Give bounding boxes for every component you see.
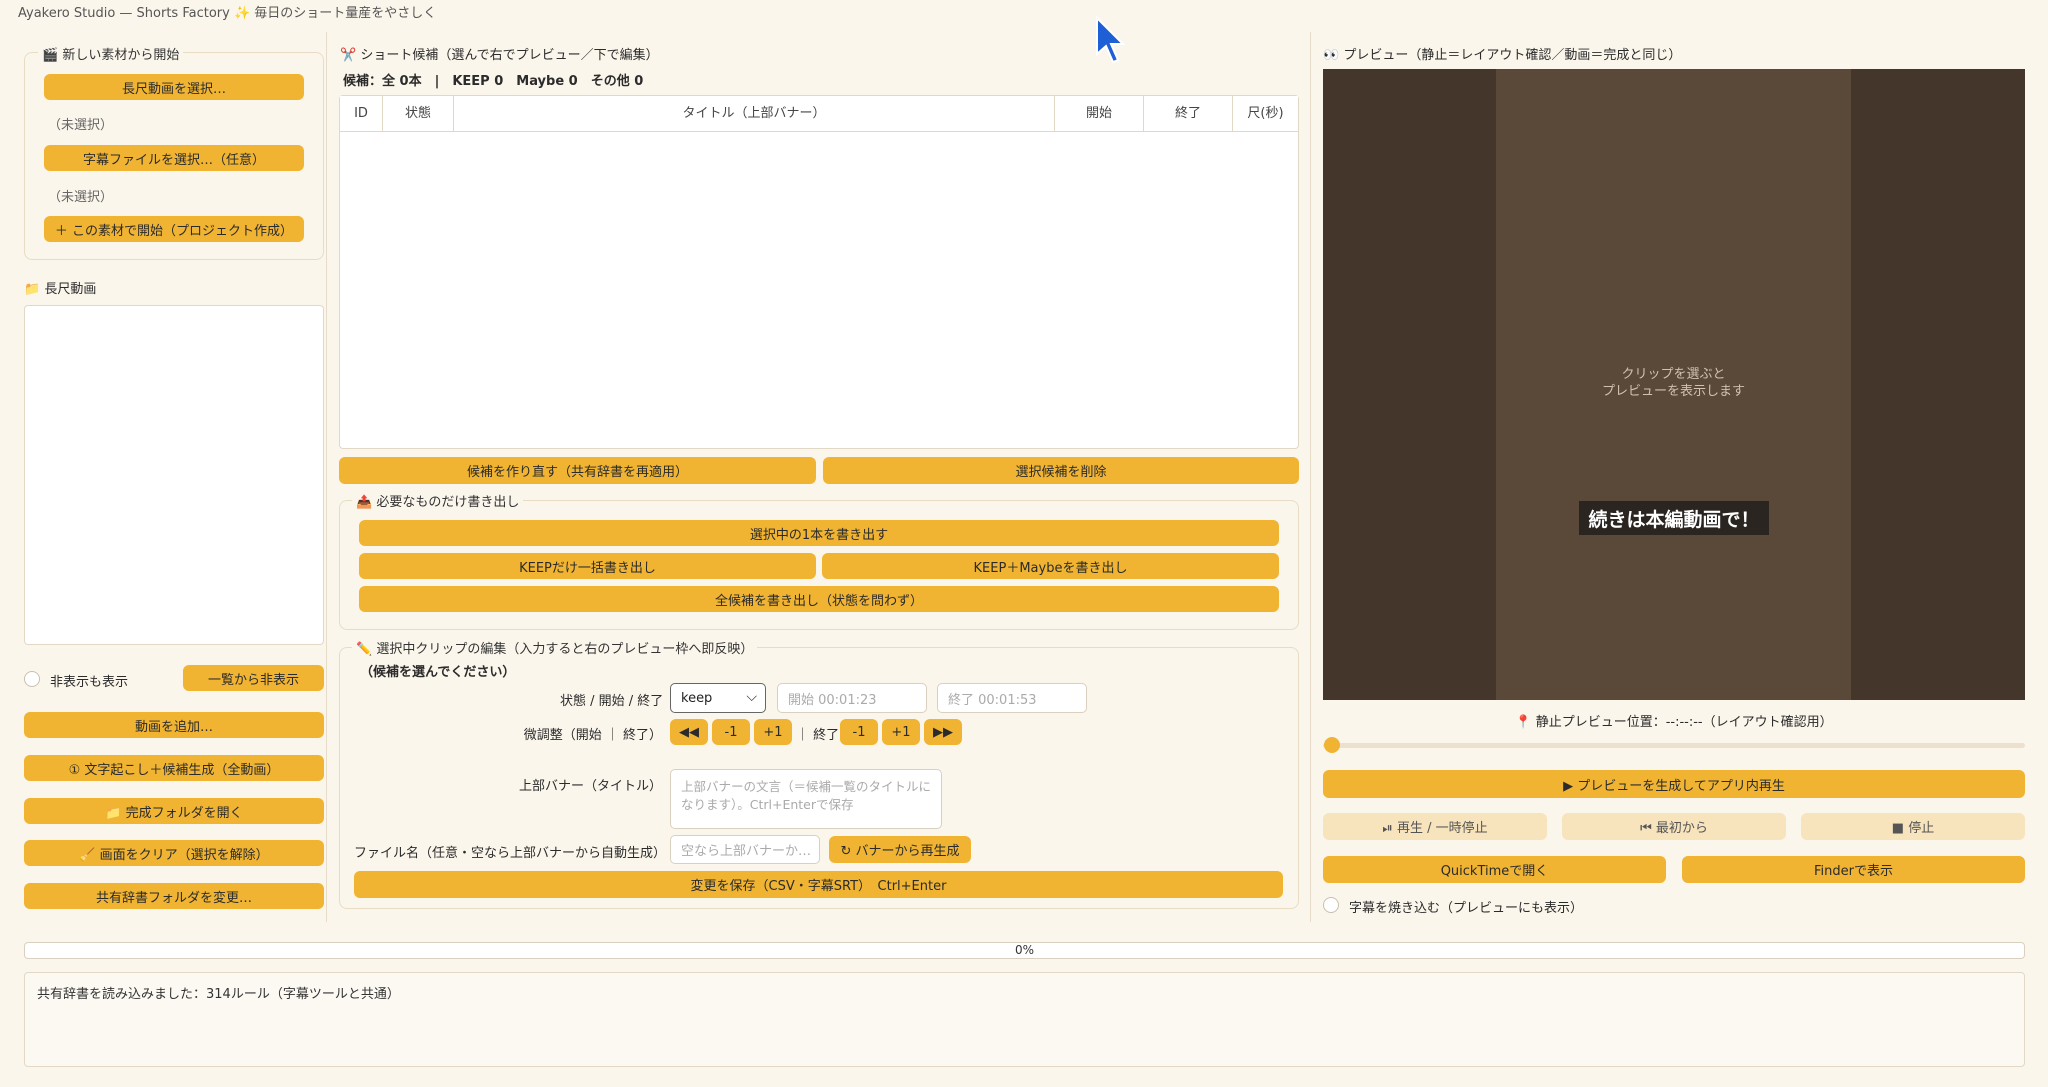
preview-label: 👀 プレビュー（静止＝レイアウト確認／動画＝完成と同じ） bbox=[1323, 48, 1682, 63]
end-plus-button[interactable]: +1 bbox=[882, 719, 920, 745]
open-folder-button[interactable]: 📁 完成フォルダを開く bbox=[24, 798, 324, 824]
edit-label: ✏️ 選択中クリップの編集（入力すると右のプレビュー枠へ即反映） bbox=[352, 638, 758, 657]
generate-preview-button[interactable]: ▶ プレビューを生成してアプリ内再生 bbox=[1323, 770, 2025, 798]
col-start[interactable]: 開始 bbox=[1055, 96, 1144, 132]
burn-subtitles-label: 字幕を焼き込む（プレビューにも表示） bbox=[1349, 901, 1584, 916]
progress-label: 0% bbox=[1014, 943, 1035, 957]
pick-video-button[interactable]: 長尺動画を選択… bbox=[44, 74, 304, 100]
status-select[interactable]: keep ⌵ bbox=[670, 683, 766, 713]
table-header: ID 状態 タイトル（上部バナー） 開始 終了 尺(秒) bbox=[340, 96, 1298, 132]
progress-bar: 0% bbox=[24, 942, 2025, 959]
subtitle-status: （未選択） bbox=[48, 190, 114, 205]
log-text: 共有辞書を読み込みました：314ルール（字幕ツールと共通） bbox=[37, 987, 400, 1002]
fine-adjust-label: 微調整（開始 ｜ 終了） bbox=[523, 728, 662, 743]
preview-placeholder-line1: クリップを選ぶと bbox=[1621, 367, 1726, 382]
show-hidden-checkbox[interactable] bbox=[24, 671, 40, 687]
delete-candidate-button[interactable]: 選択候補を削除 bbox=[823, 457, 1299, 484]
col-duration[interactable]: 尺(秒) bbox=[1233, 96, 1298, 132]
end-adjust-label: ｜ 終了 bbox=[796, 728, 840, 743]
candidates-table[interactable]: ID 状態 タイトル（上部バナー） 開始 終了 尺(秒) bbox=[339, 95, 1299, 449]
export-one-button[interactable]: 選択中の1本を書き出す bbox=[359, 520, 1279, 546]
preview-placeholder: クリップを選ぶと プレビューを表示します bbox=[1496, 366, 1851, 400]
preview-position: 📍 静止プレビュー位置：--:--:--（レイアウト確認用） bbox=[1515, 715, 1833, 730]
preview-canvas[interactable]: クリップを選ぶと プレビューを表示します 続きは本編動画で！ bbox=[1323, 69, 2025, 700]
pick-subtitle-button[interactable]: 字幕ファイルを選択…（任意） bbox=[44, 145, 304, 171]
quicktime-button[interactable]: QuickTimeで開く bbox=[1323, 856, 1666, 883]
regen-filename-button[interactable]: ↻ バナーから再生成 bbox=[829, 836, 971, 863]
hide-from-list-button[interactable]: 一覧から非表示 bbox=[183, 665, 324, 691]
window-title: Ayakero Studio — Shorts Factory ✨ 毎日のショー… bbox=[18, 6, 437, 21]
burn-subtitles-checkbox[interactable] bbox=[1323, 897, 1339, 913]
left-divider bbox=[326, 32, 327, 922]
start-minus-button[interactable]: -1 bbox=[712, 719, 750, 745]
start-time-input[interactable]: 開始 00:01:23 bbox=[777, 683, 927, 713]
preview-placeholder-line2: プレビューを表示します bbox=[1601, 384, 1745, 399]
export-all-button[interactable]: 全候補を書き出し（状態を問わず） bbox=[359, 586, 1279, 612]
chevron-down-icon: ⌵ bbox=[746, 689, 757, 705]
video-status: （未選択） bbox=[48, 118, 114, 133]
status-row-label: 状態 / 開始 / 終了 bbox=[560, 694, 664, 709]
video-list-label: 📁 長尺動画 bbox=[24, 282, 97, 297]
export-label: 📤 必要なものだけ書き出し bbox=[352, 491, 524, 510]
col-status[interactable]: 状態 bbox=[383, 96, 454, 132]
change-dict-button[interactable]: 共有辞書フォルダを変更… bbox=[24, 883, 324, 909]
filename-input[interactable]: 空なら上部バナーか… bbox=[670, 835, 820, 864]
right-divider bbox=[1310, 32, 1311, 922]
candidates-label: ✂️ ショート候補（選んで右でプレビュー／下で編集） bbox=[340, 48, 659, 63]
export-keep-maybe-button[interactable]: KEEP＋Maybeを書き出し bbox=[822, 553, 1279, 579]
col-id[interactable]: ID bbox=[340, 96, 383, 132]
jump-forward-button[interactable]: ▶▶ bbox=[924, 719, 962, 745]
jump-back-button[interactable]: ◀◀ bbox=[670, 719, 708, 745]
clear-screen-button[interactable]: 🧹 画面をクリア（選択を解除） bbox=[24, 840, 324, 866]
edit-hint: （候補を選んでください） bbox=[360, 665, 516, 680]
from-start-button[interactable]: ⏮ 最初から bbox=[1562, 813, 1786, 840]
end-minus-button[interactable]: -1 bbox=[840, 719, 878, 745]
start-project-button[interactable]: ＋ この素材で開始（プロジェクト作成） bbox=[44, 216, 304, 242]
banner-textarea[interactable]: 上部バナーの文言（＝候補一覧のタイトルになります）。Ctrl+Enterで保存 bbox=[670, 769, 942, 829]
show-hidden-label: 非表示も表示 bbox=[50, 675, 129, 690]
status-select-value: keep bbox=[681, 690, 713, 706]
stop-button[interactable]: ■ 停止 bbox=[1801, 813, 2025, 840]
banner-label: 上部バナー（タイトル） bbox=[518, 779, 662, 794]
col-title[interactable]: タイトル（上部バナー） bbox=[454, 96, 1055, 132]
start-plus-button[interactable]: +1 bbox=[754, 719, 792, 745]
new-source-label: 🎬 新しい素材から開始 bbox=[38, 44, 184, 63]
transcribe-button[interactable]: ① 文字起こし＋候補生成（全動画） bbox=[24, 755, 324, 781]
finder-button[interactable]: Finderで表示 bbox=[1682, 856, 2025, 883]
end-time-input[interactable]: 終了 00:01:53 bbox=[937, 683, 1087, 713]
candidates-summary: 候補：全 0本 | KEEP 0 Maybe 0 その他 0 bbox=[343, 74, 644, 89]
log-area[interactable]: 共有辞書を読み込みました：314ルール（字幕ツールと共通） bbox=[24, 972, 2025, 1067]
filename-label: ファイル名（任意・空なら上部バナーから自動生成） bbox=[354, 846, 667, 861]
preview-caption: 続きは本編動画で！ bbox=[1579, 501, 1769, 535]
col-end[interactable]: 終了 bbox=[1144, 96, 1233, 132]
video-list[interactable] bbox=[24, 305, 324, 645]
preview-slider-handle[interactable] bbox=[1324, 737, 1340, 753]
rebuild-candidates-button[interactable]: 候補を作り直す（共有辞書を再適用） bbox=[339, 457, 816, 484]
add-video-button[interactable]: 動画を追加… bbox=[24, 712, 324, 738]
save-changes-button[interactable]: 変更を保存（CSV・字幕SRT） Ctrl+Enter bbox=[354, 871, 1283, 898]
mouse-cursor-icon bbox=[1096, 16, 1125, 64]
play-pause-button[interactable]: ⏯ 再生 / 一時停止 bbox=[1323, 813, 1547, 840]
preview-slider-track[interactable] bbox=[1323, 743, 2025, 748]
export-keep-button[interactable]: KEEPだけ一括書き出し bbox=[359, 553, 816, 579]
